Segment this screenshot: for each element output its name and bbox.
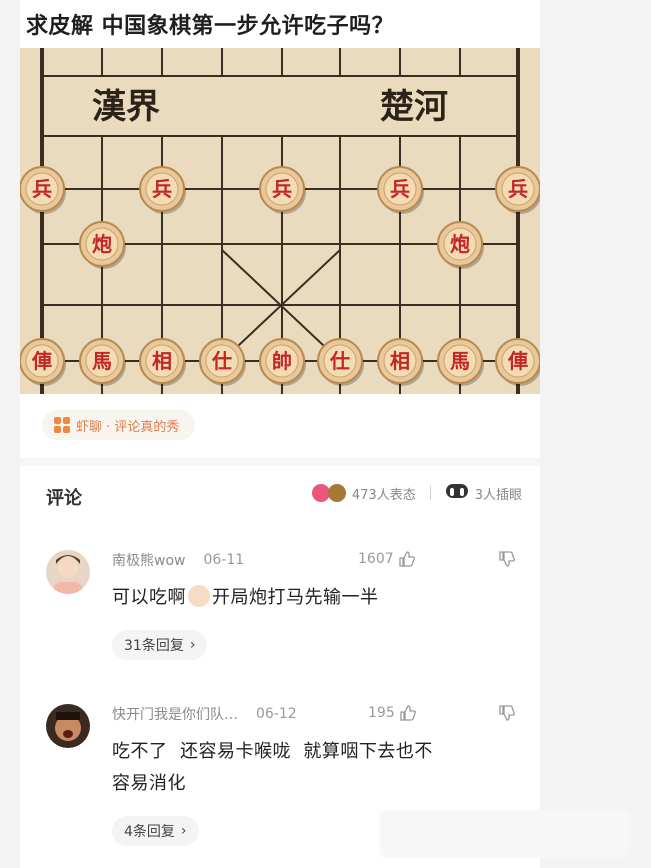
back-rank-piece-label: 相 <box>390 349 410 373</box>
back-rank-piece: 馬 <box>437 338 484 386</box>
comment-date: 06-11 <box>203 552 245 568</box>
comments-title: 评论 <box>46 488 82 509</box>
post-title[interactable]: 求皮解 中国象棋第一步允许吃子吗？ <box>26 8 526 40</box>
replies-count: 31条回复 <box>124 638 184 654</box>
cannon-piece-label: 炮 <box>92 232 112 256</box>
back-rank-piece-label: 仕 <box>329 349 350 373</box>
like-count: 195 <box>368 705 395 721</box>
replies-button[interactable]: 31条回复 › <box>112 630 208 660</box>
back-rank-piece-label: 帥 <box>272 349 292 373</box>
reactions-summary[interactable]: 473人表态 3人插眼 <box>311 483 522 503</box>
avatar[interactable] <box>46 704 90 748</box>
separator <box>429 486 431 500</box>
pawn-piece: 兵 <box>139 166 186 214</box>
thumbs-down-icon <box>499 551 515 567</box>
pawn-piece: 兵 <box>20 166 66 214</box>
back-rank-piece: 馬 <box>79 338 126 386</box>
smile-emoji-icon <box>188 585 210 607</box>
pawn-piece-label: 兵 <box>272 177 292 201</box>
pawn-piece-label: 兵 <box>390 177 410 201</box>
watermark <box>380 810 630 858</box>
river-label-left: 漢界 <box>92 87 160 127</box>
comment-text-part: 开局炮打马先输一半 <box>212 587 379 608</box>
back-rank-piece-label: 相 <box>152 349 172 373</box>
river-label-right: 楚河 <box>380 87 448 127</box>
cannon-piece-label: 炮 <box>450 232 470 256</box>
comment-author[interactable]: 快开门我是你们队… <box>112 704 238 724</box>
back-rank-piece: 俥 <box>20 338 66 386</box>
comment-meta: 南极熊wow 06-11 <box>112 550 244 570</box>
back-rank-piece: 仕 <box>199 338 246 386</box>
source-tag[interactable]: 虾聊 · 评论真的秀 <box>42 410 196 440</box>
app-grid-icon <box>54 417 70 433</box>
comment-meta: 快开门我是你们队… 06-12 <box>112 704 297 724</box>
like-button[interactable]: 1607 <box>358 550 416 568</box>
thumbs-up-icon <box>400 705 416 721</box>
comments-header: 评论 473人表态 3人插眼 <box>20 466 540 522</box>
pawn-piece-label: 兵 <box>508 177 528 201</box>
back-rank-piece: 相 <box>377 338 424 386</box>
cannon-piece: 炮 <box>437 221 484 269</box>
like-count: 1607 <box>358 551 394 567</box>
thumbs-up-icon <box>398 551 415 567</box>
chevron-right-icon: › <box>180 823 187 839</box>
chevron-right-icon: › <box>189 637 196 653</box>
pawn-piece: 兵 <box>495 166 540 214</box>
section-divider <box>20 458 540 466</box>
pawn-piece: 兵 <box>377 166 424 214</box>
pawn-piece-label: 兵 <box>152 177 172 201</box>
back-rank-piece-label: 仕 <box>211 349 232 373</box>
comment-text-part: 可以吃啊 <box>112 587 186 608</box>
dislike-button[interactable] <box>498 550 516 572</box>
comment-text: 吃不了 还容易卡喉咙 就算咽下去也不 容易消化 <box>112 736 433 800</box>
back-rank-piece: 仕 <box>317 338 364 386</box>
back-rank-piece-label: 馬 <box>450 349 470 373</box>
insert-count: 3人插眼 <box>474 487 522 503</box>
eyes-icon <box>445 483 469 503</box>
xiangqi-board-image[interactable]: 漢界 楚河 兵 兵 兵 兵 兵炮 炮俥 馬 相 仕 帥 仕 相 馬 俥 <box>20 48 540 394</box>
replies-button[interactable]: 4条回复 › <box>112 816 199 846</box>
avatar[interactable] <box>46 550 90 594</box>
comment-item: 南极熊wow 06-11 1607 可以吃啊 开局炮打马先输一半 31条回复 › <box>20 530 540 670</box>
comment-text-line: 容易消化 <box>112 773 186 794</box>
comment-text-line: 吃不了 还容易卡喉咙 就算咽下去也不 <box>112 741 433 762</box>
back-rank-piece-label: 俥 <box>31 349 52 373</box>
comment-text: 可以吃啊 开局炮打马先输一半 <box>112 582 379 614</box>
pawn-piece-label: 兵 <box>32 177 52 201</box>
comment-author[interactable]: 南极熊wow <box>112 550 185 570</box>
back-rank-piece: 相 <box>139 338 186 386</box>
like-button[interactable]: 195 <box>368 704 417 722</box>
cannon-piece: 炮 <box>79 221 126 269</box>
back-rank-piece: 俥 <box>495 338 540 386</box>
replies-count: 4条回复 <box>124 824 175 840</box>
pawn-piece: 兵 <box>259 166 306 214</box>
comment-date: 06-12 <box>256 706 297 722</box>
laugh-emoji-icon <box>327 484 346 502</box>
dislike-button[interactable] <box>498 704 516 726</box>
back-rank-piece-label: 俥 <box>507 349 528 373</box>
source-tag-label: 虾聊 · 评论真的秀 <box>76 419 180 435</box>
back-rank-piece: 帥 <box>259 338 306 386</box>
reaction-count: 473人表态 <box>351 487 416 503</box>
back-rank-piece-label: 馬 <box>92 349 112 373</box>
thumbs-down-icon <box>499 705 515 721</box>
